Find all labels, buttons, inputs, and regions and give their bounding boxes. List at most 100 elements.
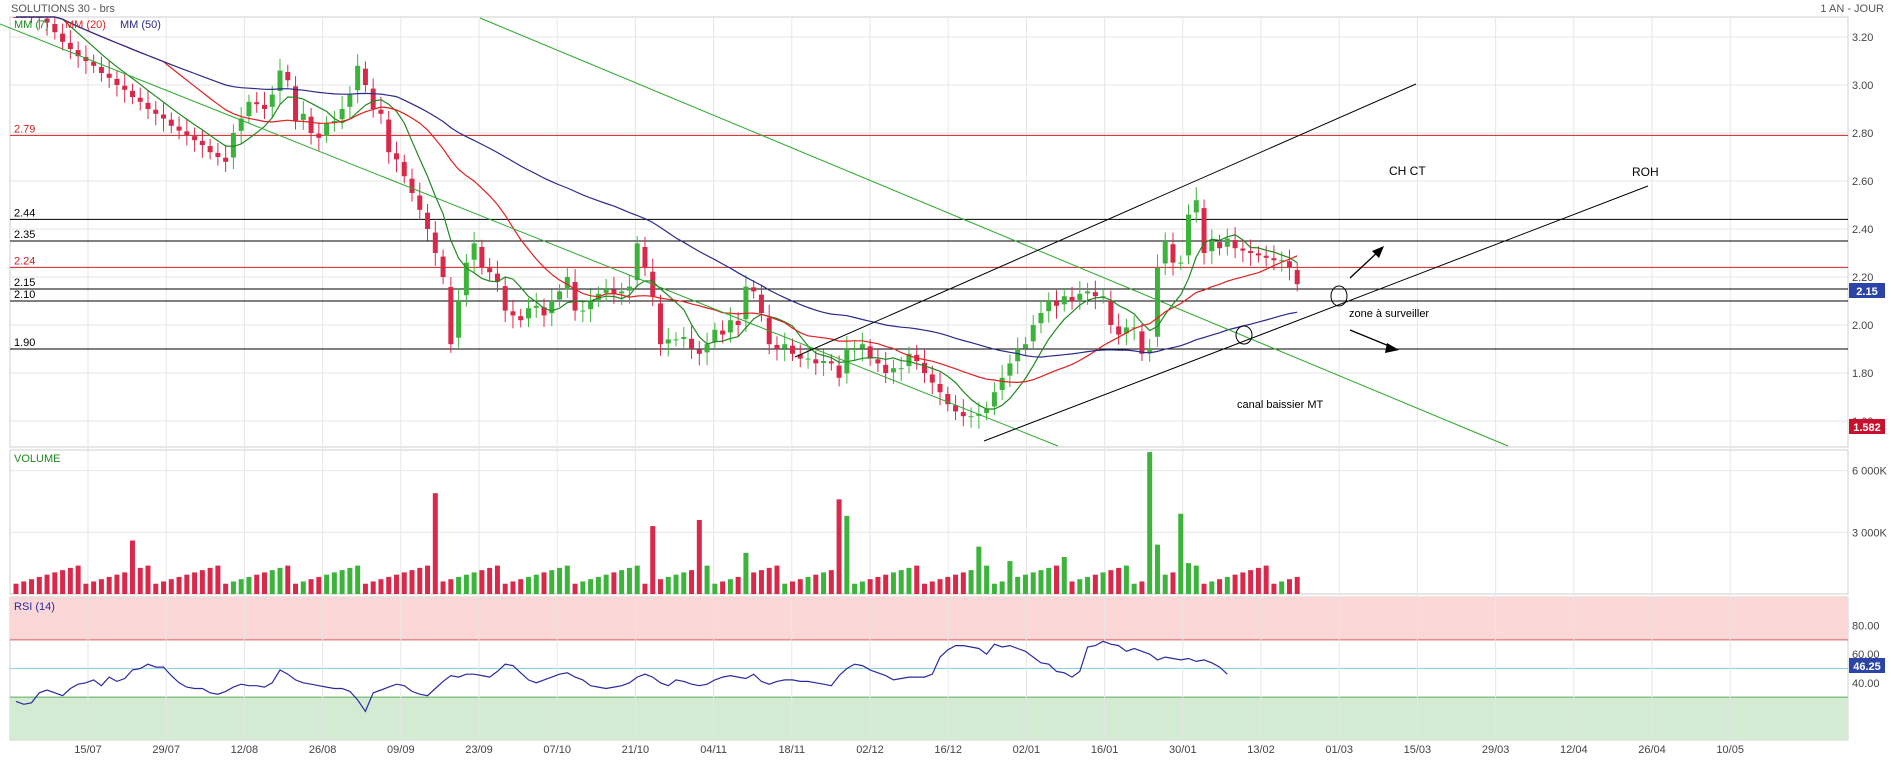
volume-bar-55: [440, 581, 446, 594]
candle-body-80: [634, 243, 640, 281]
volume-bar-26: [215, 565, 221, 594]
candle-body-12: [106, 73, 112, 78]
volume-bar-97: [766, 567, 772, 594]
period-label: 1 AN - JOUR: [1820, 3, 1884, 15]
x-tick-4: 09/09: [387, 744, 415, 756]
volume-bar-19: [161, 581, 167, 594]
rsi-overbought-zone: [10, 597, 1848, 640]
volume-bar-84: [665, 576, 671, 594]
volume-bar-156: [1224, 576, 1230, 594]
volume-bar-44: [355, 565, 361, 594]
volume-bar-101: [797, 579, 803, 594]
volume-bar-70: [557, 567, 563, 594]
volume-bar-89: [704, 565, 710, 594]
y-tick-7: 1.80: [1852, 368, 1873, 380]
volume-bar-10: [91, 581, 97, 594]
volume-bar-30: [246, 576, 252, 594]
y-tick-3: 2.60: [1852, 176, 1873, 188]
candle-body-136: [1069, 296, 1075, 301]
volume-bar-42: [339, 570, 345, 594]
x-tick-3: 26/08: [309, 744, 337, 756]
candle-body-148: [1162, 241, 1168, 264]
volume-bar-62: [494, 565, 500, 594]
volume-bar-40: [324, 574, 330, 594]
volume-bar-13: [114, 574, 120, 594]
volume-bar-109: [859, 581, 865, 594]
volume-bar-162: [1271, 583, 1277, 594]
candle-body-93: [735, 320, 741, 325]
svg-text:1.582: 1.582: [1853, 422, 1881, 434]
volume-bar-33: [269, 570, 275, 594]
candle-body-137: [1077, 293, 1083, 300]
volume-bar-113: [890, 572, 896, 594]
level-label-5: 2.10: [14, 289, 35, 301]
candle-body-24: [199, 140, 205, 145]
x-tick-18: 29/03: [1482, 744, 1510, 756]
candle-body-73: [580, 310, 586, 312]
y-tick-5: 2.20: [1852, 272, 1873, 284]
candle-body-152: [1193, 200, 1199, 213]
volume-bar-61: [487, 567, 493, 594]
candle-body-134: [1054, 301, 1060, 306]
candle-body-158: [1240, 248, 1246, 251]
volume-bar-45: [362, 583, 368, 594]
volume-bar-121: [953, 574, 959, 594]
candle-body-49: [393, 153, 399, 160]
candle-body-123: [968, 416, 974, 418]
stock-chart: 2.792.442.352.242.152.101.90 CH CT ROH z…: [0, 0, 1891, 760]
volume-bar-139: [1092, 574, 1098, 594]
candle-body-142: [1116, 326, 1122, 335]
candle-body-105: [828, 361, 834, 364]
volume-bar-94: [743, 552, 749, 594]
rsi-title: RSI (14): [14, 601, 55, 613]
volume-bar-98: [774, 565, 780, 594]
candle-body-66: [525, 308, 531, 319]
x-tick-20: 26/04: [1638, 744, 1666, 756]
candle-body-90: [712, 329, 718, 343]
candle-body-112: [883, 364, 889, 373]
volume-bar-110: [867, 579, 873, 594]
candle-body-103: [813, 359, 819, 364]
rsi-tick-0: 80.00: [1852, 621, 1880, 633]
x-tick-8: 04/11: [700, 744, 727, 756]
volume-bar-111: [875, 576, 881, 594]
x-tick-13: 16/01: [1091, 744, 1119, 756]
candle-body-89: [704, 344, 710, 353]
candle-body-114: [898, 368, 904, 370]
volume-bar-152: [1193, 565, 1199, 594]
volume-bar-112: [883, 574, 889, 594]
svg-text:2.15: 2.15: [1856, 286, 1877, 298]
volume-bar-35: [285, 565, 291, 594]
volume-bar-106: [836, 499, 842, 594]
candle-body-57: [456, 301, 462, 338]
volume-bar-137: [1077, 579, 1083, 594]
volume-bar-76: [603, 574, 609, 594]
candle-body-122: [960, 412, 966, 417]
candle-body-135: [1061, 296, 1067, 305]
legend-ma7: MM (7): [14, 19, 49, 31]
x-tick-12: 02/01: [1013, 744, 1041, 756]
volume-bar-135: [1061, 556, 1067, 594]
candle-body-104: [821, 361, 827, 364]
volume-bar-0: [13, 583, 19, 594]
volume-bar-29: [238, 579, 244, 594]
volume-bar-102: [805, 576, 811, 594]
candle-body-156: [1224, 238, 1230, 247]
volume-bar-141: [1108, 570, 1114, 594]
legend-ma50: MM (50): [120, 19, 161, 31]
candle-body-83: [657, 303, 663, 345]
volume-bar-116: [914, 565, 920, 594]
candle-body-67: [533, 305, 539, 308]
candle-body-145: [1139, 331, 1145, 354]
candle-body-102: [805, 358, 811, 360]
level-label-6: 1.90: [14, 337, 35, 349]
volume-bar-87: [689, 570, 695, 594]
candle-body-91: [720, 330, 726, 335]
volume-bar-144: [1131, 583, 1137, 594]
candle-body-126: [991, 392, 997, 407]
volume-bar-103: [813, 574, 819, 594]
volume-bar-105: [828, 570, 834, 594]
candle-body-63: [502, 286, 508, 311]
x-tick-15: 13/02: [1247, 744, 1275, 756]
volume-bar-114: [898, 570, 904, 594]
